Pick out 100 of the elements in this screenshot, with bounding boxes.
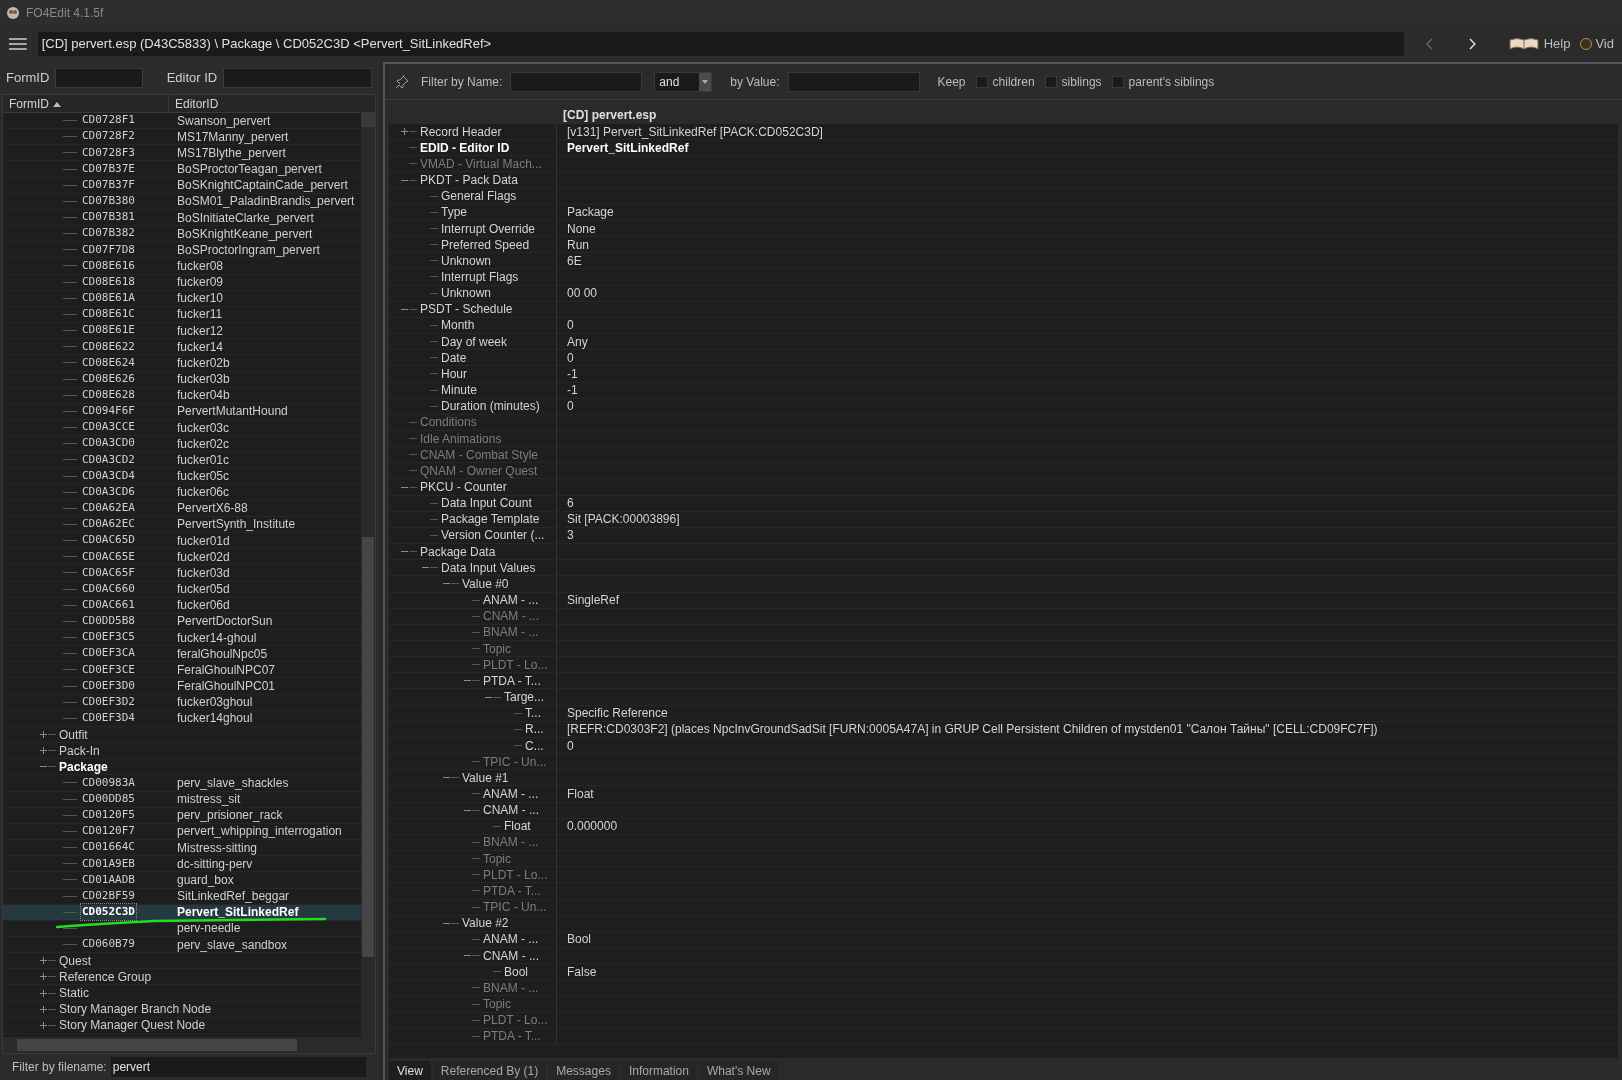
form-id-cell[interactable]: CD0120F7 [81, 823, 136, 840]
tab[interactable]: View [389, 1061, 431, 1080]
field-label[interactable]: Preferred Speed [441, 235, 530, 254]
form-id-cell[interactable]: CD07B381 [81, 209, 136, 226]
form-id-cell[interactable]: CD052C3D [81, 904, 136, 921]
form-id-cell[interactable]: CD00DD85 [81, 790, 136, 808]
field-label[interactable]: Date [441, 348, 467, 367]
form-id-cell[interactable]: CD08E618 [81, 273, 136, 291]
field-label[interactable]: Topic [483, 995, 511, 1013]
group-label[interactable]: Package [59, 757, 108, 776]
field-label[interactable]: PLDT - Lo... [483, 1011, 548, 1030]
column-header[interactable]: EditorID [169, 95, 375, 112]
checkbox[interactable] [975, 75, 988, 88]
form-id-cell[interactable]: CD0EF3C5 [81, 629, 136, 646]
field-label[interactable]: Idle Animations [420, 429, 502, 448]
expand-icon[interactable] [399, 127, 409, 137]
form-id-cell[interactable]: CD0EF3CE [81, 661, 136, 679]
expand-icon[interactable] [39, 1004, 48, 1014]
field-label[interactable]: BNAM - ... [483, 623, 539, 642]
tab[interactable]: Information [620, 1061, 697, 1080]
value-filter-field[interactable] [787, 71, 920, 92]
expand-icon[interactable] [39, 730, 48, 739]
form-id-cell[interactable]: CD08E626 [81, 370, 136, 388]
form-id-cell[interactable]: CD08E622 [81, 338, 136, 355]
form-id-cell[interactable]: CD01AADB [81, 871, 136, 889]
checkbox-label[interactable]: children [992, 72, 1035, 91]
form-id-cell[interactable]: CD08E61A [81, 290, 136, 307]
field-label[interactable]: Conditions [420, 413, 477, 432]
field-label[interactable]: TPIC - Un... [483, 898, 547, 917]
field-label[interactable]: Package Data [420, 542, 496, 561]
group-label[interactable]: Story Manager Quest Node [59, 1016, 206, 1035]
filename-filter-field[interactable]: pervert [110, 1057, 366, 1077]
form-id-cell[interactable]: CD01A9EB [81, 855, 136, 872]
form-id-cell[interactable]: CD08E628 [81, 387, 136, 404]
field-label[interactable]: Value #2 [462, 914, 509, 933]
field-label[interactable]: EDID - Editor ID [420, 138, 510, 157]
field-label[interactable]: CNAM - Combat Style [420, 445, 539, 464]
expand-icon[interactable] [39, 972, 48, 982]
form-id-cell[interactable]: CD0120F5 [81, 807, 136, 824]
field-label[interactable]: PTDA - T... [483, 881, 541, 900]
field-label[interactable]: PLDT - Lo... [483, 655, 548, 674]
field-label[interactable]: BNAM - ... [483, 978, 539, 997]
horizontal-scrollbar[interactable] [3, 1037, 375, 1053]
field-label[interactable]: PSDT - Schedule [420, 300, 513, 319]
field-label[interactable]: Data Input Values [441, 558, 536, 577]
field-label[interactable]: CNAM - ... [483, 946, 539, 965]
field-label[interactable]: Data Input Count [441, 494, 532, 513]
name-filter-field[interactable] [510, 71, 643, 92]
checkbox-label[interactable]: siblings [1061, 72, 1102, 91]
field-label[interactable]: Type [441, 203, 467, 222]
form-id-cell[interactable]: CD0AC661 [81, 597, 136, 614]
form-id-cell[interactable]: CD0A3CD4 [81, 467, 136, 485]
field-label[interactable]: PKDT - Pack Data [420, 171, 518, 190]
form-id-cell[interactable]: CD07B380 [81, 193, 136, 210]
field-label[interactable]: Float [504, 817, 531, 836]
help-button[interactable]: Help [1507, 34, 1571, 54]
form-id-cell[interactable]: CD094F6F [81, 403, 136, 420]
group-label[interactable]: Story Manager Branch Node [59, 1000, 212, 1019]
expand-icon[interactable] [39, 1020, 48, 1030]
form-id-cell[interactable]: CD01664C [81, 839, 136, 856]
field-label[interactable]: CNAM - ... [483, 607, 539, 626]
form-id-cell[interactable]: CD07B37E [81, 160, 136, 178]
expand-icon[interactable] [39, 746, 48, 756]
field-label[interactable]: R... [525, 720, 544, 739]
group-label[interactable]: Quest [59, 951, 91, 970]
form-id-cell[interactable]: CD0A3CD2 [81, 451, 136, 469]
expand-icon[interactable] [39, 956, 48, 966]
field-label[interactable]: Unknown [441, 251, 492, 270]
field-label[interactable]: ANAM - ... [483, 591, 539, 610]
field-label[interactable]: QNAM - Owner Quest [420, 461, 538, 480]
menu-icon[interactable] [8, 37, 28, 51]
group-label[interactable]: Outfit [59, 725, 88, 744]
field-label[interactable]: BNAM - ... [483, 833, 539, 852]
form-id-cell[interactable]: CD08E61C [81, 306, 136, 323]
pin-icon[interactable] [395, 74, 409, 89]
checkbox[interactable] [1044, 75, 1057, 88]
form-id-cell[interactable]: CD08E616 [81, 257, 136, 275]
field-label[interactable]: CNAM - ... [483, 801, 539, 820]
path-field[interactable]: [CD] pervert.esp (D43C5833) \ Package \ CD052C3D <Pervert_SitLinkedRef> [37, 32, 1405, 56]
form-id-cell[interactable]: CD0AC660 [81, 580, 136, 598]
expand-icon[interactable] [39, 988, 48, 998]
form-id-cell[interactable]: CD00983A [81, 774, 136, 792]
form-id-cell[interactable]: CD0A3CCE [81, 419, 136, 436]
checkbox[interactable] [1111, 75, 1124, 88]
tab[interactable]: What's New [698, 1061, 779, 1080]
form-id-cell[interactable]: CD02BF59 [81, 887, 136, 905]
field-label[interactable]: Day of week [441, 332, 508, 351]
field-label[interactable]: Topic [483, 849, 511, 868]
field-label[interactable]: Month [441, 316, 475, 335]
field-label[interactable]: Bool [504, 962, 529, 981]
column-header[interactable]: [CD] pervert.esp [557, 106, 657, 124]
form-id-cell[interactable]: CD0EF3D4 [81, 710, 136, 727]
form-id-cell[interactable]: CD0A3CD6 [81, 483, 136, 501]
field-label[interactable]: C... [525, 736, 544, 755]
form-id-field[interactable] [55, 68, 143, 88]
field-label[interactable]: VMAD - Virtual Mach... [420, 154, 542, 173]
form-id-cell[interactable]: CD0DD5B8 [81, 613, 136, 630]
form-id-cell[interactable]: CD0EF3D0 [81, 677, 136, 695]
form-id-cell[interactable]: CD08E624 [81, 354, 136, 372]
form-id-cell[interactable]: CD0AC65D [81, 532, 136, 549]
